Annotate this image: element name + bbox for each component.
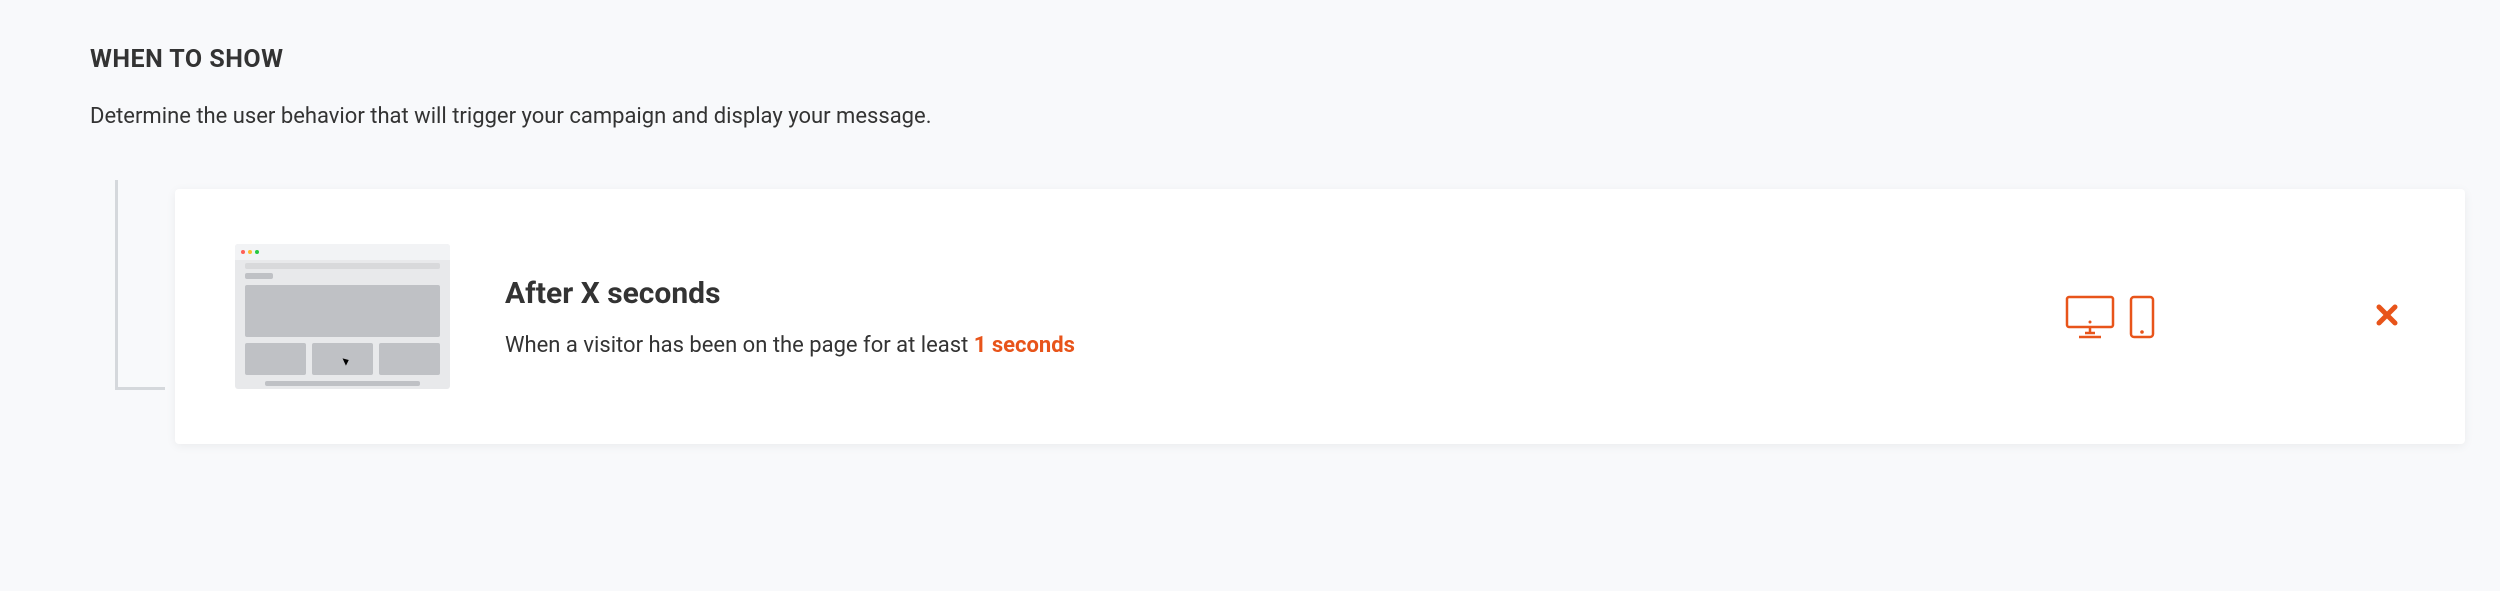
tree-connector [115,180,165,390]
section-description: Determine the user behavior that will tr… [90,104,2410,129]
desktop-icon[interactable] [2065,295,2115,339]
section-title: WHEN TO SHOW [90,45,2410,74]
trigger-subtitle: When a visitor has been on the page for … [505,333,2010,358]
trigger-card[interactable]: Time After X seconds When a visitor has … [175,189,2465,444]
trigger-text: After X seconds When a visitor has been … [505,276,2010,358]
trigger-title: After X seconds [505,276,2010,311]
remove-trigger-button[interactable] [2369,299,2405,335]
device-icons [2065,295,2155,339]
mobile-icon[interactable] [2129,295,2155,339]
trigger-subtitle-prefix: When a visitor has been on the page for … [505,333,974,358]
trigger-seconds-value[interactable]: 1 seconds [974,333,1075,358]
close-icon [2376,299,2398,334]
trigger-illustration: Time [235,244,450,389]
